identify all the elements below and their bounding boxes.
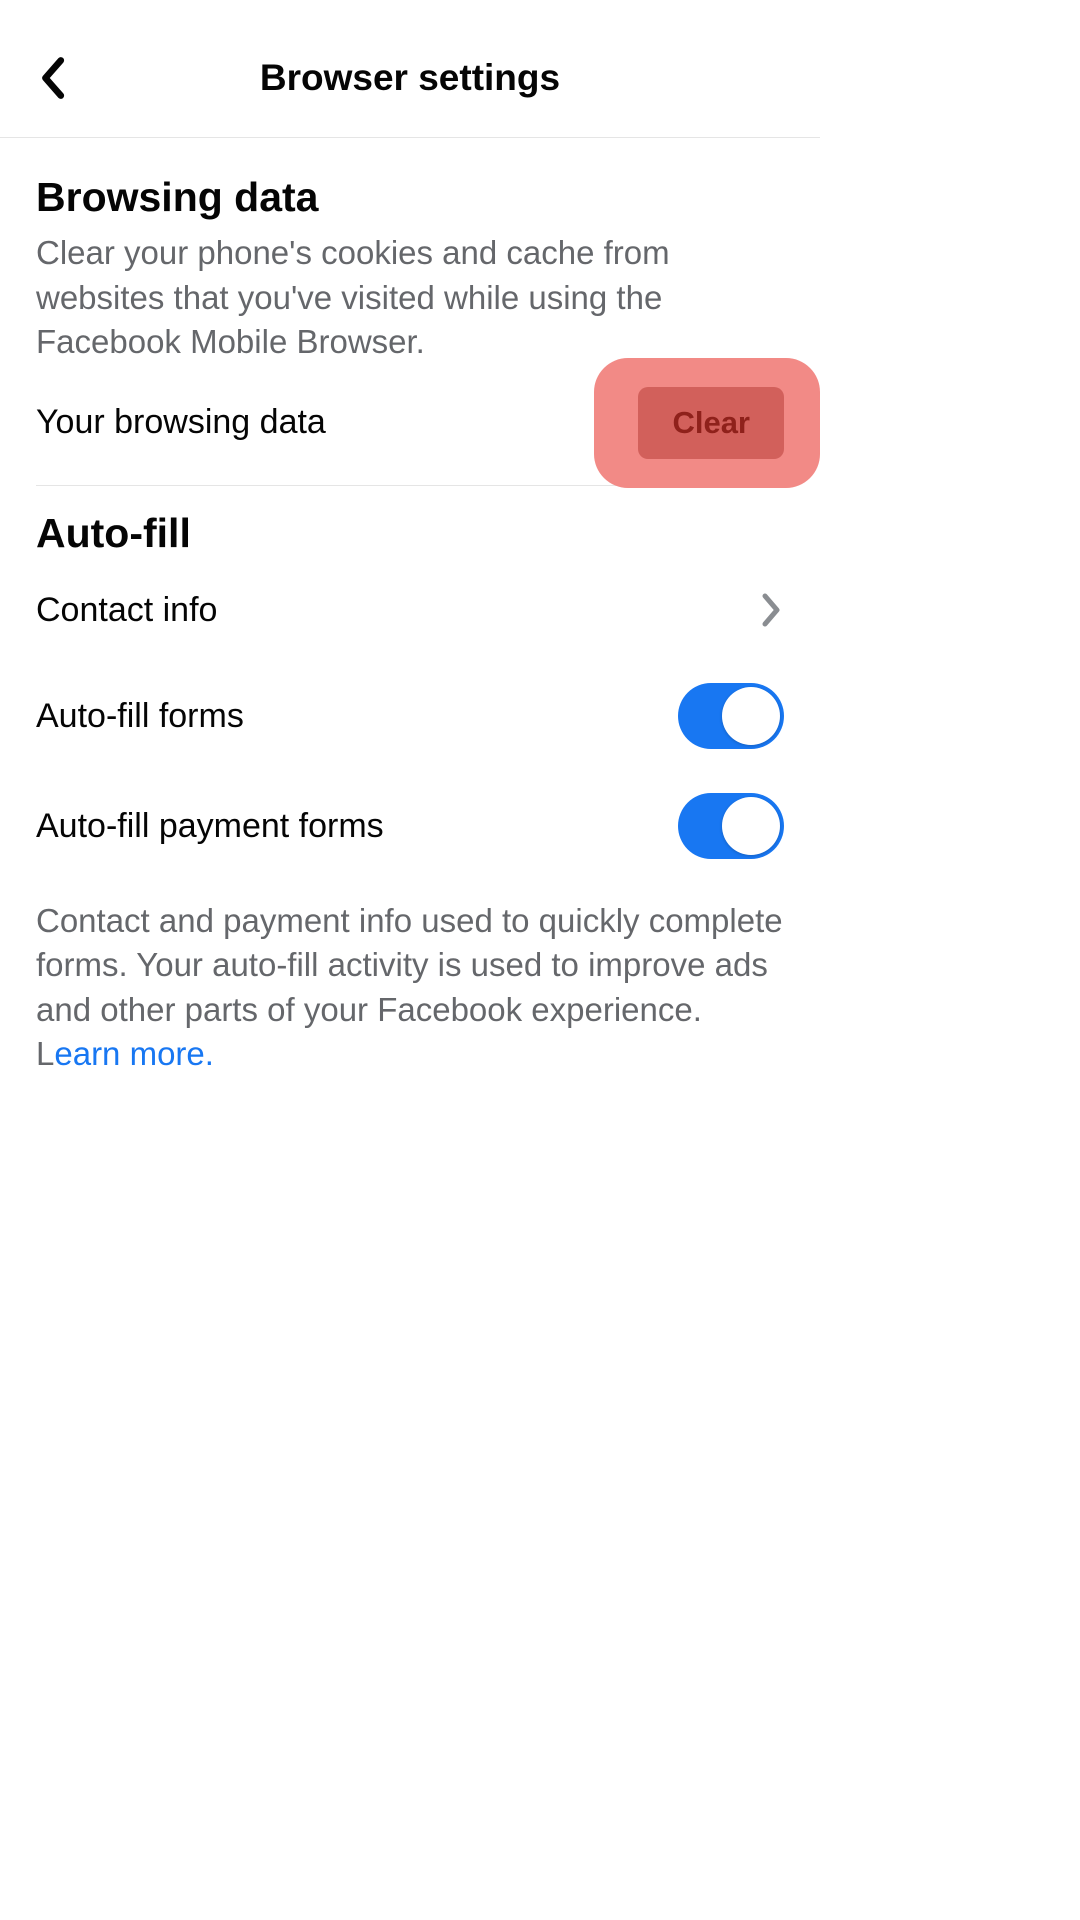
back-button[interactable] — [30, 56, 74, 100]
contact-info-row[interactable]: Contact info — [36, 567, 784, 655]
nav-header: Browser settings — [0, 18, 820, 138]
learn-more-link[interactable]: earn more. — [54, 1035, 214, 1072]
auto-fill-payment-toggle[interactable] — [678, 793, 784, 859]
browsing-data-title: Browsing data — [36, 174, 784, 221]
chevron-left-icon — [37, 56, 67, 100]
clear-highlight-wrap: Clear — [638, 387, 784, 459]
auto-fill-forms-label: Auto-fill forms — [36, 697, 244, 736]
auto-fill-forms-toggle[interactable] — [678, 683, 784, 749]
contact-info-label: Contact info — [36, 591, 217, 630]
content: Browsing data Clear your phone's cookies… — [0, 138, 820, 1077]
clear-button[interactable]: Clear — [638, 387, 784, 459]
page-title: Browser settings — [260, 57, 560, 99]
auto-fill-forms-row: Auto-fill forms — [36, 673, 784, 761]
your-browsing-data-label: Your browsing data — [36, 403, 326, 442]
auto-fill-footer: Contact and payment info used to quickly… — [36, 899, 784, 1077]
browsing-data-description: Clear your phone's cookies and cache fro… — [36, 231, 784, 365]
your-browsing-data-row: Your browsing data Clear — [36, 387, 784, 486]
toggle-knob — [722, 797, 780, 855]
auto-fill-payment-label: Auto-fill payment forms — [36, 807, 384, 846]
toggle-knob — [722, 687, 780, 745]
chevron-right-icon — [758, 590, 784, 630]
auto-fill-payment-row: Auto-fill payment forms — [36, 783, 784, 871]
status-bar — [0, 0, 820, 18]
auto-fill-title: Auto-fill — [36, 510, 784, 557]
